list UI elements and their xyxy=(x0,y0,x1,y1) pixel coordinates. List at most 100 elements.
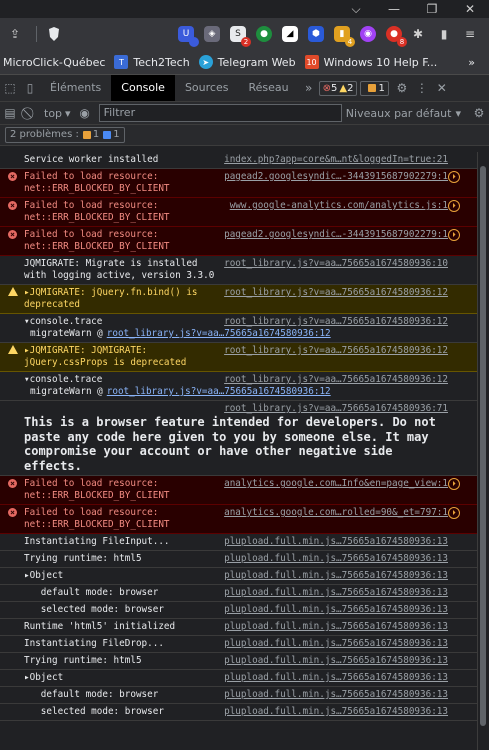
bookmark-item[interactable]: MicroClick-Québec xyxy=(3,56,105,69)
context-select[interactable]: top xyxy=(44,107,62,120)
tab-elements[interactable]: Éléments xyxy=(40,75,111,101)
tab-console[interactable]: Console xyxy=(111,75,175,101)
issues-button[interactable]: 2 problèmes : 1 1 xyxy=(5,127,125,143)
extension-icon[interactable]: ● 8 xyxy=(386,26,407,47)
message-source-link[interactable]: analytics.google.com…rolled=90&_et=797:1 xyxy=(224,507,448,519)
message-source-link[interactable]: plupload.full.min.js…75665a1674580936:13 xyxy=(224,638,448,650)
message-source-link[interactable]: root_library.js?v=aa…75665a1674580936:12 xyxy=(224,287,448,299)
issues-counter[interactable]: 1 xyxy=(360,80,389,96)
message-source-link[interactable]: pagead2.googlesyndic…-3443915687902279:1 xyxy=(224,229,448,241)
scrollbar-thumb[interactable] xyxy=(480,166,486,726)
share-icon[interactable]: ⇪ xyxy=(4,24,26,44)
bookmark-item[interactable]: 10 Windows 10 Help F... xyxy=(304,55,437,69)
console-message-warn: root_library.js?v=aa…75665a1674580936:12… xyxy=(0,343,478,372)
menu-icon[interactable]: ≡ xyxy=(459,24,481,44)
message-source-link[interactable]: pagead2.googlesyndic…-3443915687902279:1 xyxy=(224,171,448,183)
request-block-icon[interactable]: ⏵ xyxy=(448,229,460,241)
minimize-button[interactable]: — xyxy=(375,2,413,16)
telegram-icon: ➤ xyxy=(198,55,213,69)
filter-input[interactable]: Filtrer xyxy=(98,104,342,122)
bookmarks-bar: MicroClick-Québec T Tech2Tech ➤ Telegram W… xyxy=(0,50,489,75)
request-block-icon[interactable]: ⏵ xyxy=(448,507,460,519)
console-message-log: plupload.full.min.js…75665a1674580936:13… xyxy=(0,687,478,704)
console-message-log: plupload.full.min.js…75665a1674580936:13… xyxy=(0,568,478,585)
issue-icon xyxy=(368,84,377,92)
extension-icon[interactable]: ▮ 4 xyxy=(334,26,355,47)
close-devtools-icon[interactable]: ✕ xyxy=(432,81,452,95)
bookmarks-overflow-button[interactable]: » xyxy=(468,56,475,69)
kebab-menu-icon[interactable]: ⋮ xyxy=(412,81,432,95)
message-source-link[interactable]: root_library.js?v=aa…75665a1674580936:12 xyxy=(224,345,448,357)
log-levels-select[interactable]: Niveaux par défaut xyxy=(346,107,452,120)
message-source-link[interactable]: plupload.full.min.js…75665a1674580936:13 xyxy=(224,672,448,684)
tab-network[interactable]: Réseau xyxy=(238,75,298,101)
message-text[interactable]: ▾console.trace xyxy=(24,316,224,328)
console-message-log: root_library.js?v=aa…75665a1674580936:10… xyxy=(0,256,478,285)
extensions-puzzle-icon[interactable]: ✱ xyxy=(407,24,429,44)
extension-icon[interactable]: ◉ xyxy=(360,26,376,42)
message-source-link[interactable]: www.google-analytics.com/analytics.js:1 xyxy=(230,200,448,212)
message-source-link[interactable]: plupload.full.min.js…75665a1674580936:13 xyxy=(224,689,448,701)
message-source-link[interactable]: index.php?app=core&m…nt&loggedIn=true:21 xyxy=(224,154,448,166)
message-source-link[interactable]: plupload.full.min.js…75665a1674580936:13 xyxy=(224,621,448,633)
console-message-error: × ⏵ pagead2.googlesyndic…-3443915687902279… xyxy=(0,169,478,198)
message-text: default mode: browser xyxy=(24,587,159,598)
request-block-icon[interactable]: ⏵ xyxy=(448,478,460,490)
live-expression-eye-icon[interactable]: ◉ xyxy=(75,106,95,120)
clear-console-icon[interactable]: ⃠ xyxy=(20,106,40,121)
close-window-button[interactable]: ✕ xyxy=(451,2,489,16)
bookmark-item[interactable]: T Tech2Tech xyxy=(114,55,190,69)
message-source-link[interactable]: root_library.js?v=aa…75665a1674580936:71 xyxy=(224,403,448,414)
message-source-link[interactable]: analytics.google.com…Info&en=page_view:1 xyxy=(224,478,448,490)
console-message-log: plupload.full.min.js…75665a1674580936:13… xyxy=(0,551,478,568)
extension-icon[interactable]: ● xyxy=(256,26,272,42)
message-text: selected mode: browser xyxy=(24,604,164,615)
window-menu-button[interactable]: ⌵ xyxy=(337,2,375,17)
message-source-link[interactable]: root_library.js?v=aa…75665a1674580936:12 xyxy=(224,374,448,386)
trace-frame-link[interactable]: root_library.js?v=aa…75665a1674580936:12 xyxy=(107,328,331,339)
message-source-link[interactable]: plupload.full.min.js…75665a1674580936:13 xyxy=(224,536,448,548)
extension-icon[interactable]: U xyxy=(178,26,199,47)
issues-bar: 2 problèmes : 1 1 xyxy=(0,125,489,146)
error-warning-counter[interactable]: ⊗ 5 ▲ 2 xyxy=(318,80,358,96)
extension-icon[interactable]: S2 xyxy=(230,26,251,47)
device-toolbar-icon[interactable]: ▯ xyxy=(20,81,40,95)
warning-icon xyxy=(8,287,18,296)
message-source-link[interactable]: root_library.js?v=aa…75665a1674580936:10 xyxy=(224,258,448,270)
chevron-down-icon: ▾ xyxy=(65,106,71,120)
trace-frame-label: migrateWarn @ xyxy=(30,328,103,339)
tab-sources[interactable]: Sources xyxy=(175,75,239,101)
extension-shield-icon[interactable]: ◈ xyxy=(204,26,220,42)
console-message-error: × ⏵ analytics.google.com…rolled=90&_et=797… xyxy=(0,505,478,534)
console-scrollbar[interactable] xyxy=(477,152,489,750)
message-source-link[interactable]: plupload.full.min.js…75665a1674580936:13 xyxy=(224,706,448,718)
console-message-log: plupload.full.min.js…75665a1674580936:13… xyxy=(0,704,478,721)
message-source-link[interactable]: root_library.js?v=aa…75665a1674580936:12 xyxy=(224,316,448,328)
inspect-element-icon[interactable]: ⬚ xyxy=(0,81,20,95)
message-text: ▸Object xyxy=(24,570,64,581)
sidebar-toggle-icon[interactable]: ▤ xyxy=(0,106,20,120)
settings-gear-icon[interactable]: ⚙ xyxy=(392,81,412,95)
extension-icon[interactable]: ◢ xyxy=(282,26,298,42)
request-block-icon[interactable]: ⏵ xyxy=(448,171,460,183)
console-message-big: root_library.js?v=aa…75665a1674580936:71… xyxy=(0,401,478,476)
trace-frame-link[interactable]: root_library.js?v=aa…75665a1674580936:12 xyxy=(107,386,331,397)
message-source-link[interactable]: plupload.full.min.js…75665a1674580936:13 xyxy=(224,553,448,565)
more-tabs-button[interactable]: » xyxy=(299,81,319,95)
message-source-link[interactable]: plupload.full.min.js…75665a1674580936:13 xyxy=(224,587,448,599)
request-block-icon[interactable]: ⏵ xyxy=(448,200,460,212)
message-source-link[interactable]: plupload.full.min.js…75665a1674580936:13 xyxy=(224,604,448,616)
console-settings-gear-icon[interactable]: ⚙ xyxy=(469,106,489,120)
bookmark-item[interactable]: ➤ Telegram Web xyxy=(198,55,296,69)
error-icon: × xyxy=(8,508,17,517)
extension-icon[interactable]: ⬢ xyxy=(308,26,324,42)
console-message-trace: root_library.js?v=aa…75665a1674580936:12… xyxy=(0,314,478,343)
warning-issue-icon xyxy=(82,131,91,139)
sidebar-icon[interactable]: ▮ xyxy=(433,24,455,44)
message-source-link[interactable]: plupload.full.min.js…75665a1674580936:13 xyxy=(224,570,448,582)
error-icon: × xyxy=(8,230,17,239)
message-source-link[interactable]: plupload.full.min.js…75665a1674580936:13 xyxy=(224,655,448,667)
restore-button[interactable]: ❐ xyxy=(413,2,451,16)
brave-shield-icon[interactable] xyxy=(43,24,65,44)
message-text[interactable]: ▾console.trace xyxy=(24,374,224,386)
